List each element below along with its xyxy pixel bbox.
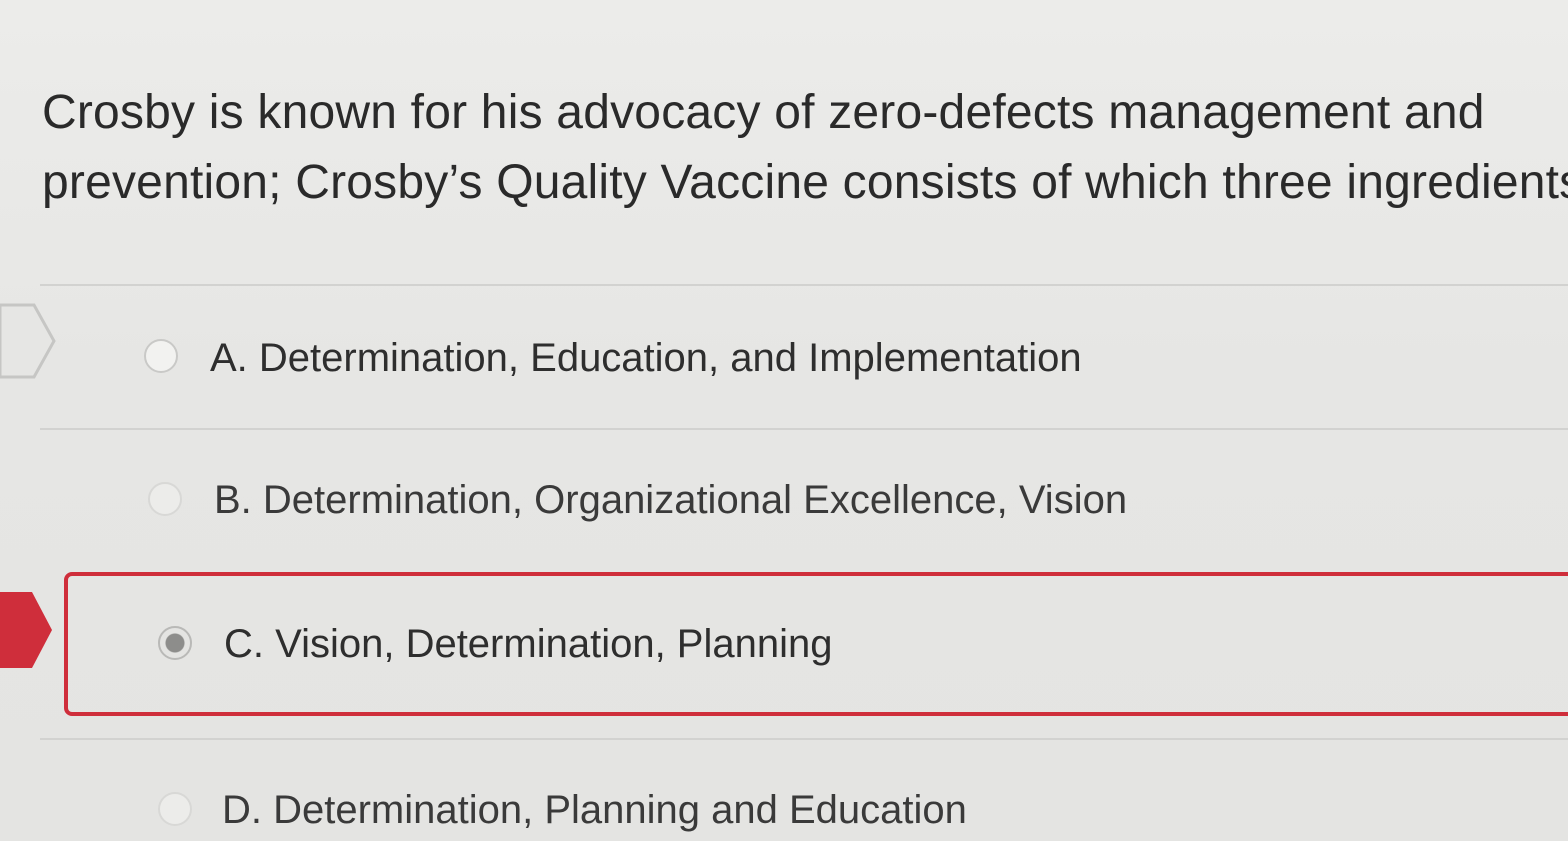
divider-top — [40, 284, 1568, 286]
option-d-label: D. Determination, Planning and Education — [222, 788, 967, 832]
option-c-label: C. Vision, Determination, Planning — [224, 622, 833, 666]
radio-checked-icon[interactable] — [158, 626, 192, 660]
radio-icon[interactable] — [148, 482, 182, 516]
option-a[interactable]: A. Determination, Education, and Impleme… — [0, 290, 1568, 430]
option-b[interactable]: B. Determination, Organizational Excelle… — [0, 432, 1568, 572]
question-text: Crosby is known for his advocacy of zero… — [42, 86, 1568, 209]
quiz-page: Crosby is known for his advocacy of zero… — [0, 0, 1568, 841]
divider-ab — [40, 428, 1568, 430]
option-d[interactable]: D. Determination, Planning and Education — [0, 742, 1568, 841]
divider-cd — [40, 738, 1568, 740]
option-a-label: A. Determination, Education, and Impleme… — [210, 336, 1082, 380]
option-c[interactable]: C. Vision, Determination, Planning — [0, 572, 1568, 712]
radio-icon[interactable] — [144, 339, 178, 373]
option-b-label: B. Determination, Organizational Excelle… — [214, 478, 1128, 522]
radio-icon[interactable] — [158, 792, 192, 826]
